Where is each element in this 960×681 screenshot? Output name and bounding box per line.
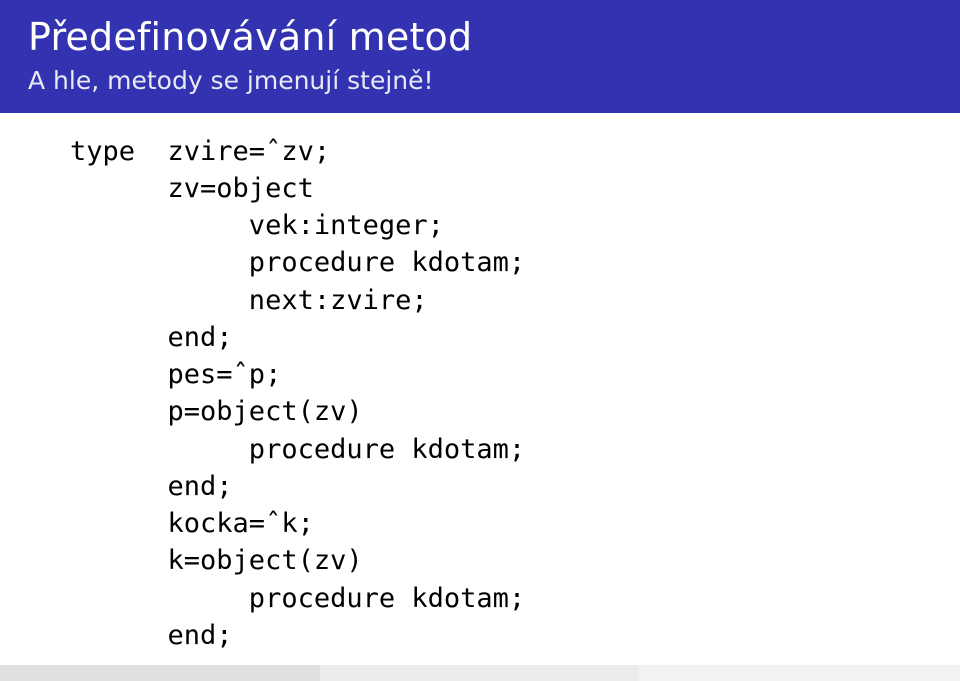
code-line: kocka=ˆk; <box>70 508 314 539</box>
code-line: type zvire=ˆzv; <box>70 136 330 167</box>
slide: Předefinovávání metod A hle, metody se j… <box>0 0 960 681</box>
code-line: zv=object <box>70 173 314 204</box>
code-line: end; <box>70 620 233 651</box>
code-line: end; <box>70 471 233 502</box>
code-block: type zvire=ˆzv; zv=object vek:integer; p… <box>70 133 920 655</box>
footer-segment <box>639 665 960 681</box>
code-line: vek:integer; <box>70 210 444 241</box>
footer-segment <box>320 665 640 681</box>
code-line: k=object(zv) <box>70 545 363 576</box>
code-line: next:zvire; <box>70 285 428 316</box>
slide-header: Předefinovávání metod A hle, metody se j… <box>0 0 960 113</box>
slide-footer <box>0 665 960 681</box>
code-line: procedure kdotam; <box>70 583 525 614</box>
footer-segment <box>0 665 320 681</box>
code-line: end; <box>70 322 233 353</box>
code-line: p=object(zv) <box>70 396 363 427</box>
slide-title: Předefinovávání metod <box>28 16 932 60</box>
code-line: pes=ˆp; <box>70 359 281 390</box>
code-line: procedure kdotam; <box>70 247 525 278</box>
code-line: procedure kdotam; <box>70 434 525 465</box>
slide-subtitle: A hle, metody se jmenují stejně! <box>28 66 932 95</box>
slide-body: type zvire=ˆzv; zv=object vek:integer; p… <box>0 113 960 655</box>
